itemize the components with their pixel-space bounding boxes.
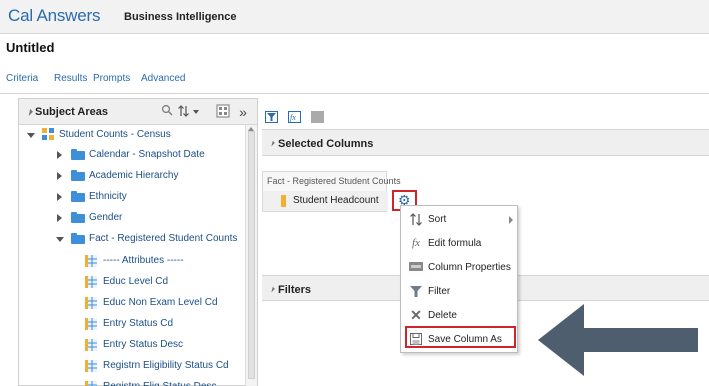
- drag-handle-icon[interactable]: [281, 195, 286, 207]
- tree-folder[interactable]: Calendar - Snapshot Date: [19, 145, 245, 165]
- tree-column[interactable]: Educ Non Exam Level Cd: [19, 293, 245, 313]
- filters-title: Filters: [278, 284, 312, 296]
- column-icon: [85, 381, 97, 386]
- page-title: Untitled: [6, 40, 55, 55]
- tree-folder[interactable]: Ethnicity: [19, 187, 245, 207]
- tab-advanced[interactable]: Advanced: [141, 73, 185, 84]
- filter-toolbar-icon[interactable]: [265, 111, 278, 123]
- column-properties-icon: [409, 261, 423, 274]
- formula-toolbar-icon[interactable]: fx: [288, 111, 301, 123]
- filter-icon: [409, 285, 423, 298]
- tree-column[interactable]: Registrn Eligibility Status Cd: [19, 356, 245, 376]
- collapse-icon[interactable]: [267, 284, 275, 293]
- selected-column-label: Student Headcount: [293, 195, 379, 206]
- tree-folder-label: Fact - Registered Student Counts: [89, 233, 238, 244]
- menu-item-label: Delete: [428, 310, 457, 321]
- menu-item-label: Edit formula: [428, 238, 482, 249]
- highlight-frame: [405, 326, 516, 348]
- expand-icon[interactable]: [57, 172, 62, 180]
- grid-view-icon[interactable]: [215, 104, 231, 120]
- tree-folder[interactable]: Academic Hierarchy: [19, 166, 245, 186]
- column-icon: [85, 360, 97, 372]
- selected-columns-header: Selected Columns: [262, 130, 709, 156]
- column-icon: [85, 255, 97, 267]
- tree-folder-label: Calendar - Snapshot Date: [89, 149, 205, 160]
- menu-item-column-properties[interactable]: Column Properties: [401, 256, 519, 279]
- column-icon: [85, 318, 97, 330]
- formula-icon: fx: [412, 237, 420, 249]
- expand-panel-icon[interactable]: »: [235, 104, 251, 120]
- menu-item-filter[interactable]: Filter: [401, 280, 519, 303]
- menu-item-label: Column Properties: [428, 262, 511, 273]
- tab-bar: Criteria Results Prompts Advanced: [0, 60, 709, 94]
- tree-column[interactable]: Registrn Elig Status Desc: [19, 377, 245, 386]
- column-icon: [85, 276, 97, 288]
- tree-root-label: Student Counts - Census: [59, 129, 171, 140]
- expand-icon[interactable]: [57, 193, 62, 201]
- folder-icon: [71, 212, 85, 223]
- menu-item-delete[interactable]: ✕ Delete: [401, 304, 519, 327]
- submenu-arrow-icon: [509, 216, 513, 224]
- tree-column[interactable]: Entry Status Cd: [19, 314, 245, 334]
- tree-column[interactable]: Entry Status Desc: [19, 335, 245, 355]
- search-icon[interactable]: [159, 104, 175, 120]
- folder-icon: [71, 149, 85, 160]
- tree-folder-expanded[interactable]: Fact - Registered Student Counts: [19, 229, 245, 249]
- subject-area-icon: [41, 127, 55, 141]
- tree-column[interactable]: Educ Level Cd: [19, 272, 245, 292]
- subject-areas-header: Subject Areas »: [19, 99, 257, 125]
- collapse-icon[interactable]: [56, 237, 64, 242]
- app-name: Business Intelligence: [124, 11, 237, 23]
- tree-column-label: Entry Status Cd: [103, 318, 174, 329]
- collapse-icon[interactable]: [27, 133, 35, 138]
- svg-text:fx: fx: [290, 113, 296, 122]
- tree-folder[interactable]: Gender: [19, 208, 245, 228]
- column-icon: [85, 297, 97, 309]
- column-group-label: Fact - Registered Student Counts: [267, 176, 401, 186]
- folder-icon: [71, 233, 85, 244]
- subject-areas-panel: Subject Areas » Student Counts - Census …: [18, 98, 258, 386]
- tree-column-label: Registrn Elig Status Desc: [103, 377, 216, 386]
- column-icon: [85, 339, 97, 351]
- sort-icon: [409, 213, 423, 226]
- menu-item-label: Filter: [428, 286, 451, 297]
- tab-results[interactable]: Results: [54, 73, 87, 84]
- folder-icon: [71, 170, 85, 181]
- expand-icon[interactable]: [57, 214, 62, 222]
- selected-columns-title: Selected Columns: [278, 138, 374, 150]
- tree-column-label: Entry Status Desc: [103, 339, 184, 350]
- tree-column-label: Registrn Eligibility Status Cd: [103, 360, 229, 371]
- tab-criteria[interactable]: Criteria: [6, 73, 38, 84]
- column-properties-toolbar-icon[interactable]: [311, 111, 324, 123]
- expand-icon[interactable]: [57, 151, 62, 159]
- tree-column[interactable]: ----- Attributes -----: [19, 251, 245, 271]
- tree-folder-label: Ethnicity: [89, 191, 127, 202]
- tree-column-label: Educ Non Exam Level Cd: [103, 297, 218, 308]
- menu-item-label: Sort: [428, 214, 447, 225]
- delete-icon: ✕: [410, 307, 422, 323]
- tab-prompts[interactable]: Prompts: [93, 73, 130, 84]
- sort-icon[interactable]: [177, 104, 203, 120]
- vertical-scrollbar[interactable]: [245, 125, 257, 386]
- top-bar: Cal Answers Business Intelligence: [0, 0, 709, 34]
- selected-column[interactable]: Student Headcount: [263, 191, 388, 211]
- menu-item-edit-formula[interactable]: fx Edit formula: [401, 232, 519, 255]
- scrollbar-thumb[interactable]: [248, 131, 255, 379]
- subject-tree: Student Counts - Census Calendar - Snaps…: [19, 125, 245, 386]
- tree-root[interactable]: Student Counts - Census: [19, 125, 245, 145]
- tree-column-label: ----- Attributes -----: [103, 255, 184, 266]
- subject-areas-title: Subject Areas: [35, 106, 108, 118]
- callout-arrow-icon: [538, 304, 698, 376]
- collapse-icon[interactable]: [23, 106, 33, 116]
- collapse-icon[interactable]: [267, 138, 275, 147]
- tree-column-label: Educ Level Cd: [103, 276, 169, 287]
- folder-icon: [71, 191, 85, 202]
- menu-item-sort[interactable]: Sort: [401, 208, 519, 231]
- tree-folder-label: Academic Hierarchy: [89, 170, 179, 181]
- column-group: Fact - Registered Student Counts Student…: [262, 171, 401, 212]
- tree-folder-label: Gender: [89, 212, 123, 223]
- app-logo[interactable]: Cal Answers: [8, 6, 100, 26]
- title-bar: Untitled: [0, 34, 709, 60]
